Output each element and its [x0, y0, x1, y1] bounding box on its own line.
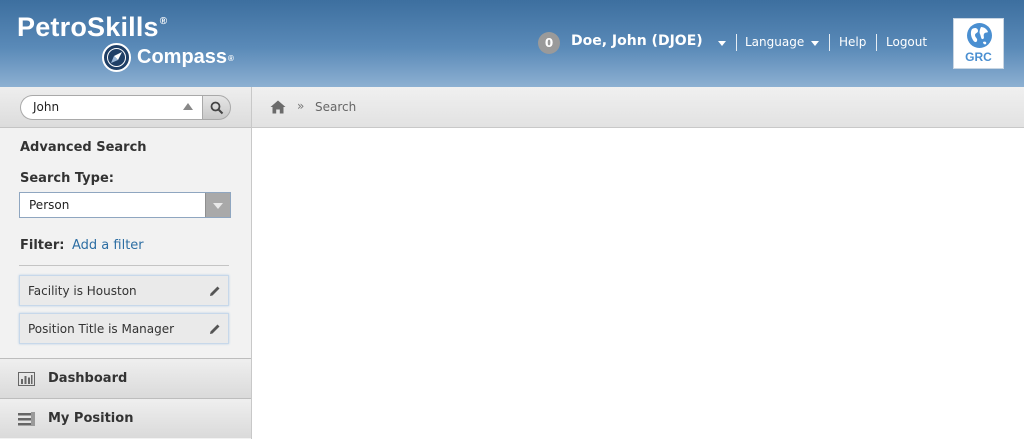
search-type-label: Search Type:: [20, 171, 114, 186]
brand-name: PetroSkills: [17, 12, 159, 42]
grc-button[interactable]: GRC: [953, 18, 1004, 69]
product-name: Compass: [137, 46, 228, 68]
breadcrumb: » Search: [252, 87, 1024, 128]
pencil-icon[interactable]: [209, 323, 221, 335]
breadcrumb-current: Search: [315, 100, 357, 114]
filter-chip[interactable]: Position Title is Manager: [19, 313, 229, 344]
product-logo: Compass®: [137, 46, 234, 69]
filter-chip-label: Facility is Houston: [28, 284, 137, 298]
product-trademark: ®: [228, 54, 234, 63]
add-filter-link[interactable]: Add a filter: [72, 238, 144, 253]
home-icon[interactable]: [270, 100, 286, 114]
advanced-search-title: Advanced Search: [20, 140, 147, 155]
brand-logo[interactable]: PetroSkills®: [17, 12, 167, 43]
search-type-value: Person: [29, 198, 70, 212]
pencil-icon[interactable]: [209, 285, 221, 297]
search-input[interactable]: John: [20, 95, 202, 120]
sidebar-search-bar: John: [0, 87, 251, 128]
app-header: PetroSkills® Compass® 0 Doe, John (DJOE)…: [0, 0, 1024, 87]
brand-trademark: ®: [159, 16, 168, 27]
search-icon: [210, 101, 224, 115]
expand-search-icon[interactable]: [183, 103, 193, 110]
select-arrow-button[interactable]: [205, 193, 230, 217]
header-divider: [736, 34, 737, 51]
sidebar-item-dashboard[interactable]: Dashboard: [0, 358, 251, 398]
divider: [19, 265, 229, 266]
language-menu[interactable]: Language: [745, 35, 804, 49]
user-menu[interactable]: Doe, John (DJOE): [571, 33, 703, 49]
breadcrumb-separator: »: [297, 99, 305, 113]
filter-chip-label: Position Title is Manager: [28, 322, 175, 336]
compass-logo-icon: [102, 43, 131, 72]
logout-link[interactable]: Logout: [886, 35, 927, 49]
search-type-select[interactable]: Person: [19, 192, 231, 218]
sidebar-item-label: My Position: [48, 411, 134, 426]
globe-icon: [967, 23, 992, 48]
chevron-down-icon[interactable]: [811, 41, 819, 46]
search-button[interactable]: [202, 95, 231, 120]
main-content: [252, 128, 1024, 439]
sidebar-item-my-position[interactable]: My Position: [0, 398, 251, 438]
sidebar-item-label: Dashboard: [48, 371, 128, 386]
sidebar: John Advanced Search Search Type: Person…: [0, 87, 252, 439]
filter-label: Filter:: [20, 238, 65, 253]
header-divider: [876, 34, 877, 51]
list-icon: [18, 412, 35, 426]
chevron-down-icon: [213, 203, 223, 209]
header-divider: [829, 34, 830, 51]
help-link[interactable]: Help: [839, 35, 866, 49]
chevron-down-icon[interactable]: [718, 41, 726, 46]
filter-chip[interactable]: Facility is Houston: [19, 275, 229, 306]
grc-label: GRC: [965, 50, 992, 64]
bar-chart-icon: [18, 372, 35, 386]
notification-badge[interactable]: 0: [538, 32, 560, 54]
